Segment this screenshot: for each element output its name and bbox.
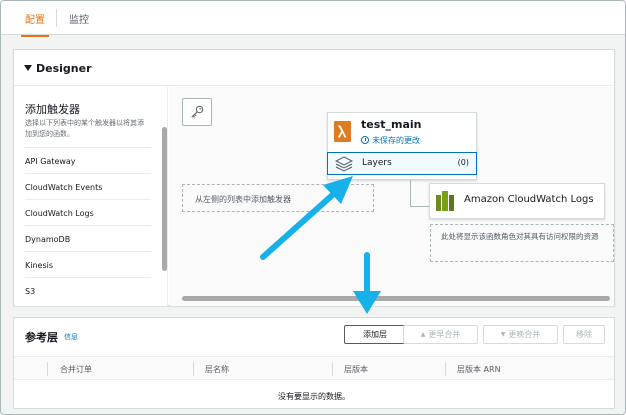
add-trigger-description: 选择以下列表中的某个触发器以将其添加到您的函数。 bbox=[25, 119, 144, 138]
designer-title: Designer bbox=[36, 62, 92, 75]
column-separator bbox=[47, 362, 48, 376]
layers-row[interactable]: Layers (0) bbox=[327, 152, 477, 175]
column-layer-version[interactable]: 层版本 bbox=[344, 364, 368, 375]
merge-earlier-label: 更早合并 bbox=[428, 330, 461, 339]
trigger-key-button[interactable] bbox=[182, 98, 212, 126]
column-layer-version-arn[interactable]: 层版本 ARN bbox=[457, 364, 501, 375]
reference-layers-panel: 参考层 信息 添加层 ▲ 更早合并 ▼ 更晚合并 移除 合并订单 层名称 层版本 层… bbox=[13, 317, 615, 409]
merge-earlier-button[interactable]: ▲ 更早合并 bbox=[403, 325, 478, 344]
layers-count: (0) bbox=[457, 158, 469, 167]
key-icon bbox=[191, 105, 204, 118]
unsaved-changes-status: 未保存的更改 bbox=[361, 135, 420, 146]
column-merge-order[interactable]: 合并订单 bbox=[60, 364, 92, 375]
lambda-console-frame: 配置 监控 Designer 添加触发器 选择以下列表中的某个触发器以将其添加到… bbox=[0, 0, 626, 415]
canvas-horizontal-scrollbar[interactable] bbox=[182, 296, 610, 301]
connector-line bbox=[410, 180, 411, 207]
trigger-item-kinesis[interactable]: Kinesis bbox=[25, 251, 151, 277]
tab-separator bbox=[56, 9, 57, 27]
trigger-item-s3[interactable]: S3 bbox=[25, 277, 151, 303]
cloudwatch-logs-icon bbox=[436, 191, 454, 211]
column-separator bbox=[445, 362, 446, 376]
empty-table-message: 没有要显示的数据。 bbox=[278, 392, 350, 401]
add-layer-button[interactable]: 添加层 bbox=[344, 325, 406, 344]
function-name: test_main bbox=[361, 118, 422, 131]
column-separator bbox=[332, 362, 333, 376]
add-trigger-dropzone[interactable]: 从左侧的列表中添加触发器 bbox=[182, 184, 374, 212]
cloudwatch-logs-label: Amazon CloudWatch Logs bbox=[464, 194, 594, 205]
layers-table-header: 合并订单 层名称 层版本 层版本 ARN bbox=[14, 356, 614, 380]
resource-permission-note: 此处将显示该函数角色对其具有访问权限的资源 bbox=[430, 224, 614, 262]
layers-label: Layers bbox=[362, 158, 392, 168]
designer-panel: Designer 添加触发器 选择以下列表中的某个触发器以将其添加到您的函数。 … bbox=[13, 49, 615, 306]
merge-later-label: 更晚合并 bbox=[508, 330, 541, 339]
connector-line bbox=[410, 206, 429, 207]
tab-bar: 配置 监控 bbox=[1, 1, 625, 37]
column-separator bbox=[193, 362, 194, 376]
unsaved-changes-text: 未保存的更改 bbox=[372, 136, 420, 145]
designer-canvas: 从左侧的列表中添加触发器 test_main 未保存的更改 Layers (0)… bbox=[170, 87, 614, 306]
column-layer-name[interactable]: 层名称 bbox=[205, 364, 229, 375]
sidebar-scrollbar[interactable] bbox=[162, 127, 167, 271]
merge-later-button[interactable]: ▼ 更晚合并 bbox=[483, 325, 558, 344]
trigger-item-cloudwatch-logs[interactable]: CloudWatch Logs bbox=[25, 199, 151, 225]
layers-icon bbox=[335, 156, 353, 172]
arrow-down-icon: ▼ bbox=[500, 331, 506, 338]
reference-layers-title: 参考层 bbox=[25, 331, 58, 344]
arrow-up-icon: ▲ bbox=[420, 331, 426, 338]
cloudwatch-logs-card[interactable]: Amazon CloudWatch Logs bbox=[429, 183, 605, 219]
tab-monitoring[interactable]: 监控 bbox=[69, 11, 89, 26]
trigger-item-cloudwatch-events[interactable]: CloudWatch Events bbox=[25, 173, 151, 199]
designer-header[interactable]: Designer bbox=[14, 50, 614, 86]
trigger-sidebar: 添加触发器 选择以下列表中的某个触发器以将其添加到您的函数。 API Gatew… bbox=[14, 87, 168, 306]
remove-layer-button[interactable]: 移除 bbox=[563, 325, 605, 344]
info-icon bbox=[361, 136, 369, 144]
lambda-function-icon bbox=[334, 121, 351, 142]
info-link[interactable]: 信息 bbox=[64, 332, 78, 342]
trigger-item-api-gateway[interactable]: API Gateway bbox=[25, 147, 151, 173]
function-card[interactable]: test_main 未保存的更改 Layers (0) bbox=[327, 112, 477, 180]
trigger-item-dynamodb[interactable]: DynamoDB bbox=[25, 225, 151, 251]
tab-configuration[interactable]: 配置 bbox=[21, 11, 49, 37]
collapse-triangle-icon[interactable] bbox=[24, 65, 32, 71]
add-trigger-title: 添加触发器 bbox=[25, 103, 80, 116]
